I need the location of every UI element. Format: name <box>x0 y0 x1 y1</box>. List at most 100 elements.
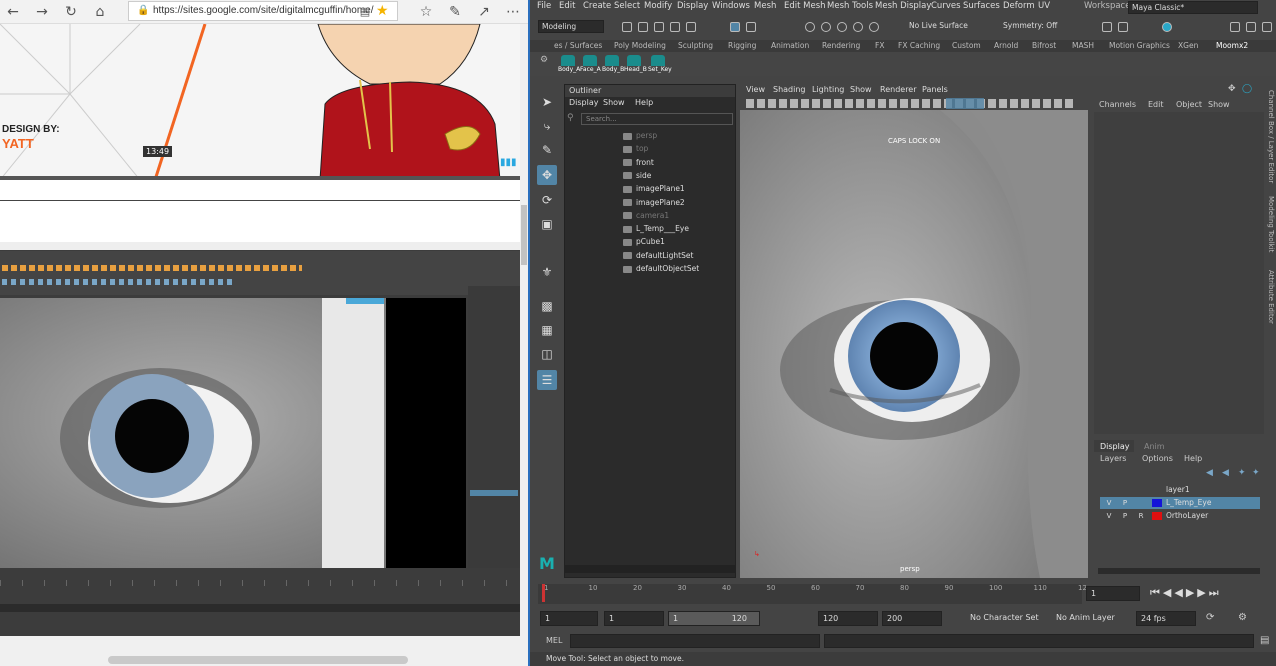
workspace-dropdown[interactable]: Maya Classic* <box>1128 1 1258 14</box>
save-scene-icon[interactable] <box>654 22 664 32</box>
layer-row[interactable]: V P R OrthoLayer <box>1100 510 1260 522</box>
shelf-tab-animation[interactable]: Animation <box>771 41 809 50</box>
shelf-button-body-b[interactable]: Body_B <box>602 55 624 75</box>
layer-menu-layers[interactable]: Layers <box>1100 454 1126 463</box>
share-icon[interactable]: ↗ <box>475 3 493 21</box>
current-frame-field[interactable]: 1 <box>1086 586 1140 601</box>
outliner-item[interactable]: imagePlane2 <box>623 198 685 207</box>
snap-curve-icon[interactable] <box>821 22 831 32</box>
outliner-layout-icon[interactable]: ☰ <box>537 370 557 390</box>
outliner-item[interactable]: pCube1 <box>623 237 665 246</box>
render-icon[interactable] <box>1102 22 1112 32</box>
layer-flag-v[interactable]: V <box>1104 498 1114 508</box>
view-menu-view[interactable]: View <box>746 85 765 94</box>
layer-scrollbar[interactable] <box>1098 568 1260 574</box>
playback-start-field[interactable]: 1 <box>604 611 664 626</box>
menu-windows[interactable]: Windows <box>712 1 750 11</box>
outliner-menu-help[interactable]: Help <box>635 98 653 107</box>
select-tool-icon[interactable]: ➤ <box>537 92 557 112</box>
outliner-item[interactable]: imagePlane1 <box>623 184 685 193</box>
viewport-toolbar[interactable] <box>740 97 1088 110</box>
shelf-tab-xgen[interactable]: XGen <box>1178 41 1198 50</box>
shelf-tab-fx[interactable]: FX <box>875 41 884 50</box>
channel-menu-show[interactable]: Show <box>1208 100 1230 109</box>
character-set-dropdown[interactable]: No Character Set <box>966 611 1048 626</box>
outliner-search-input[interactable]: Search... <box>581 113 733 125</box>
menu-uv[interactable]: UV <box>1038 1 1050 11</box>
shelf-tab-sculpting[interactable]: Sculpting <box>678 41 713 50</box>
view-menu-renderer[interactable]: Renderer <box>880 85 917 94</box>
menu-display[interactable]: Display <box>677 1 708 11</box>
panel-toggle-icon[interactable] <box>1230 22 1240 32</box>
last-tool-icon[interactable]: ⚜ <box>537 262 557 282</box>
horizontal-scrollbar[interactable] <box>108 656 408 664</box>
panel-toggle-2-icon[interactable] <box>1246 22 1256 32</box>
lasso-tool-icon[interactable]: ⤷ <box>537 116 557 136</box>
move-tool-icon[interactable]: ✥ <box>537 165 557 185</box>
layer-flag-v[interactable] <box>1104 485 1114 495</box>
symmetry-dropdown[interactable]: Symmetry: Off <box>1000 20 1076 33</box>
snap-grid-icon[interactable] <box>805 22 815 32</box>
shelf-settings-icon[interactable]: ⚙ <box>540 55 548 65</box>
undo-icon[interactable] <box>670 22 680 32</box>
channel-menu-channels[interactable]: Channels <box>1099 100 1136 109</box>
scrollbar-thumb[interactable] <box>521 205 527 265</box>
layer-tab-anim[interactable]: Anim <box>1144 442 1165 451</box>
cmd-language-label[interactable]: MEL <box>546 636 562 645</box>
snap-view-icon[interactable] <box>853 22 863 32</box>
shelf-button-face-a[interactable]: Face_A <box>580 55 601 75</box>
select-by-component-icon[interactable] <box>730 22 740 32</box>
mode-dropdown[interactable]: Modeling <box>538 20 604 33</box>
menu-create[interactable]: Create <box>583 1 611 11</box>
layer-flag-p[interactable]: P <box>1120 498 1130 508</box>
outliner-scrollbar[interactable] <box>565 565 735 573</box>
menu-mesh-display[interactable]: Mesh Display <box>875 1 931 11</box>
menu-surfaces[interactable]: Surfaces <box>963 1 1000 11</box>
paint-select-icon[interactable]: ✎ <box>537 140 557 160</box>
redo-icon[interactable] <box>686 22 696 32</box>
shelf-tab-rigging[interactable]: Rigging <box>728 41 756 50</box>
layer-flag-p[interactable] <box>1120 485 1130 495</box>
current-time-marker[interactable] <box>542 584 545 602</box>
shelf-tab-rendering[interactable]: Rendering <box>822 41 860 50</box>
playback-controls-icon[interactable]: ⏮◀◀▶▶⏭ <box>1150 586 1222 600</box>
outliner-item[interactable]: front <box>623 158 654 167</box>
live-surface-label[interactable]: No Live Surface <box>906 20 976 33</box>
outliner-item[interactable]: camera1 <box>623 211 669 220</box>
shelf-tab-fx-caching[interactable]: FX Caching <box>898 41 940 50</box>
menu-file[interactable]: File <box>537 1 551 11</box>
channel-menu-object[interactable]: Object <box>1176 100 1202 109</box>
favorite-star-icon[interactable]: ★ <box>376 3 389 19</box>
snap-point-icon[interactable] <box>837 22 847 32</box>
layer-flag-r[interactable] <box>1136 485 1146 495</box>
shelf-tab-bifrost[interactable]: Bifrost <box>1032 41 1056 50</box>
layer-menu-help[interactable]: Help <box>1184 454 1202 463</box>
outliner-item[interactable]: top <box>623 144 648 153</box>
view-menu-panels[interactable]: Panels <box>922 85 948 94</box>
layer-row[interactable]: layer1 <box>1100 484 1260 496</box>
snap-surface-icon[interactable] <box>869 22 879 32</box>
favorites-icon[interactable]: ☆ <box>417 3 435 21</box>
layer-flag-r[interactable] <box>1136 498 1146 508</box>
single-view-icon[interactable]: ▩ <box>537 296 557 316</box>
move-layer-down-icon[interactable]: ◀ <box>1222 468 1229 478</box>
outliner-item[interactable]: side <box>623 171 651 180</box>
layer-menu-options[interactable]: Options <box>1142 454 1173 463</box>
embedded-maya-video[interactable] <box>0 242 520 636</box>
menu-deform[interactable]: Deform <box>1003 1 1035 11</box>
more-icon[interactable]: ⋯ <box>504 3 522 21</box>
time-slider[interactable]: 1 10 20 30 40 50 60 70 80 90 100 110 12 1 ⏮◀◀▶▶⏭ <box>530 582 1276 606</box>
3d-viewport[interactable]: CAPS LOCK ON ↳ persp <box>740 110 1088 578</box>
notes-icon[interactable]: ✎ <box>446 3 464 21</box>
new-scene-icon[interactable] <box>622 22 632 32</box>
reading-view-icon[interactable]: ▤ <box>356 3 374 21</box>
script-editor-icon[interactable]: ▤ <box>1260 635 1269 646</box>
layer-flag-r[interactable]: R <box>1136 511 1146 521</box>
menu-mesh-tools[interactable]: Mesh Tools <box>827 1 873 11</box>
outliner-menu-show[interactable]: Show <box>603 98 625 107</box>
shelf-button-head-b[interactable]: Head_B <box>624 55 647 75</box>
anim-layer-dropdown[interactable]: No Anim Layer <box>1052 611 1132 626</box>
menu-modify[interactable]: Modify <box>644 1 672 11</box>
select-by-object-icon[interactable] <box>746 22 756 32</box>
shelf-button-body-a[interactable]: Body_A <box>558 55 580 75</box>
